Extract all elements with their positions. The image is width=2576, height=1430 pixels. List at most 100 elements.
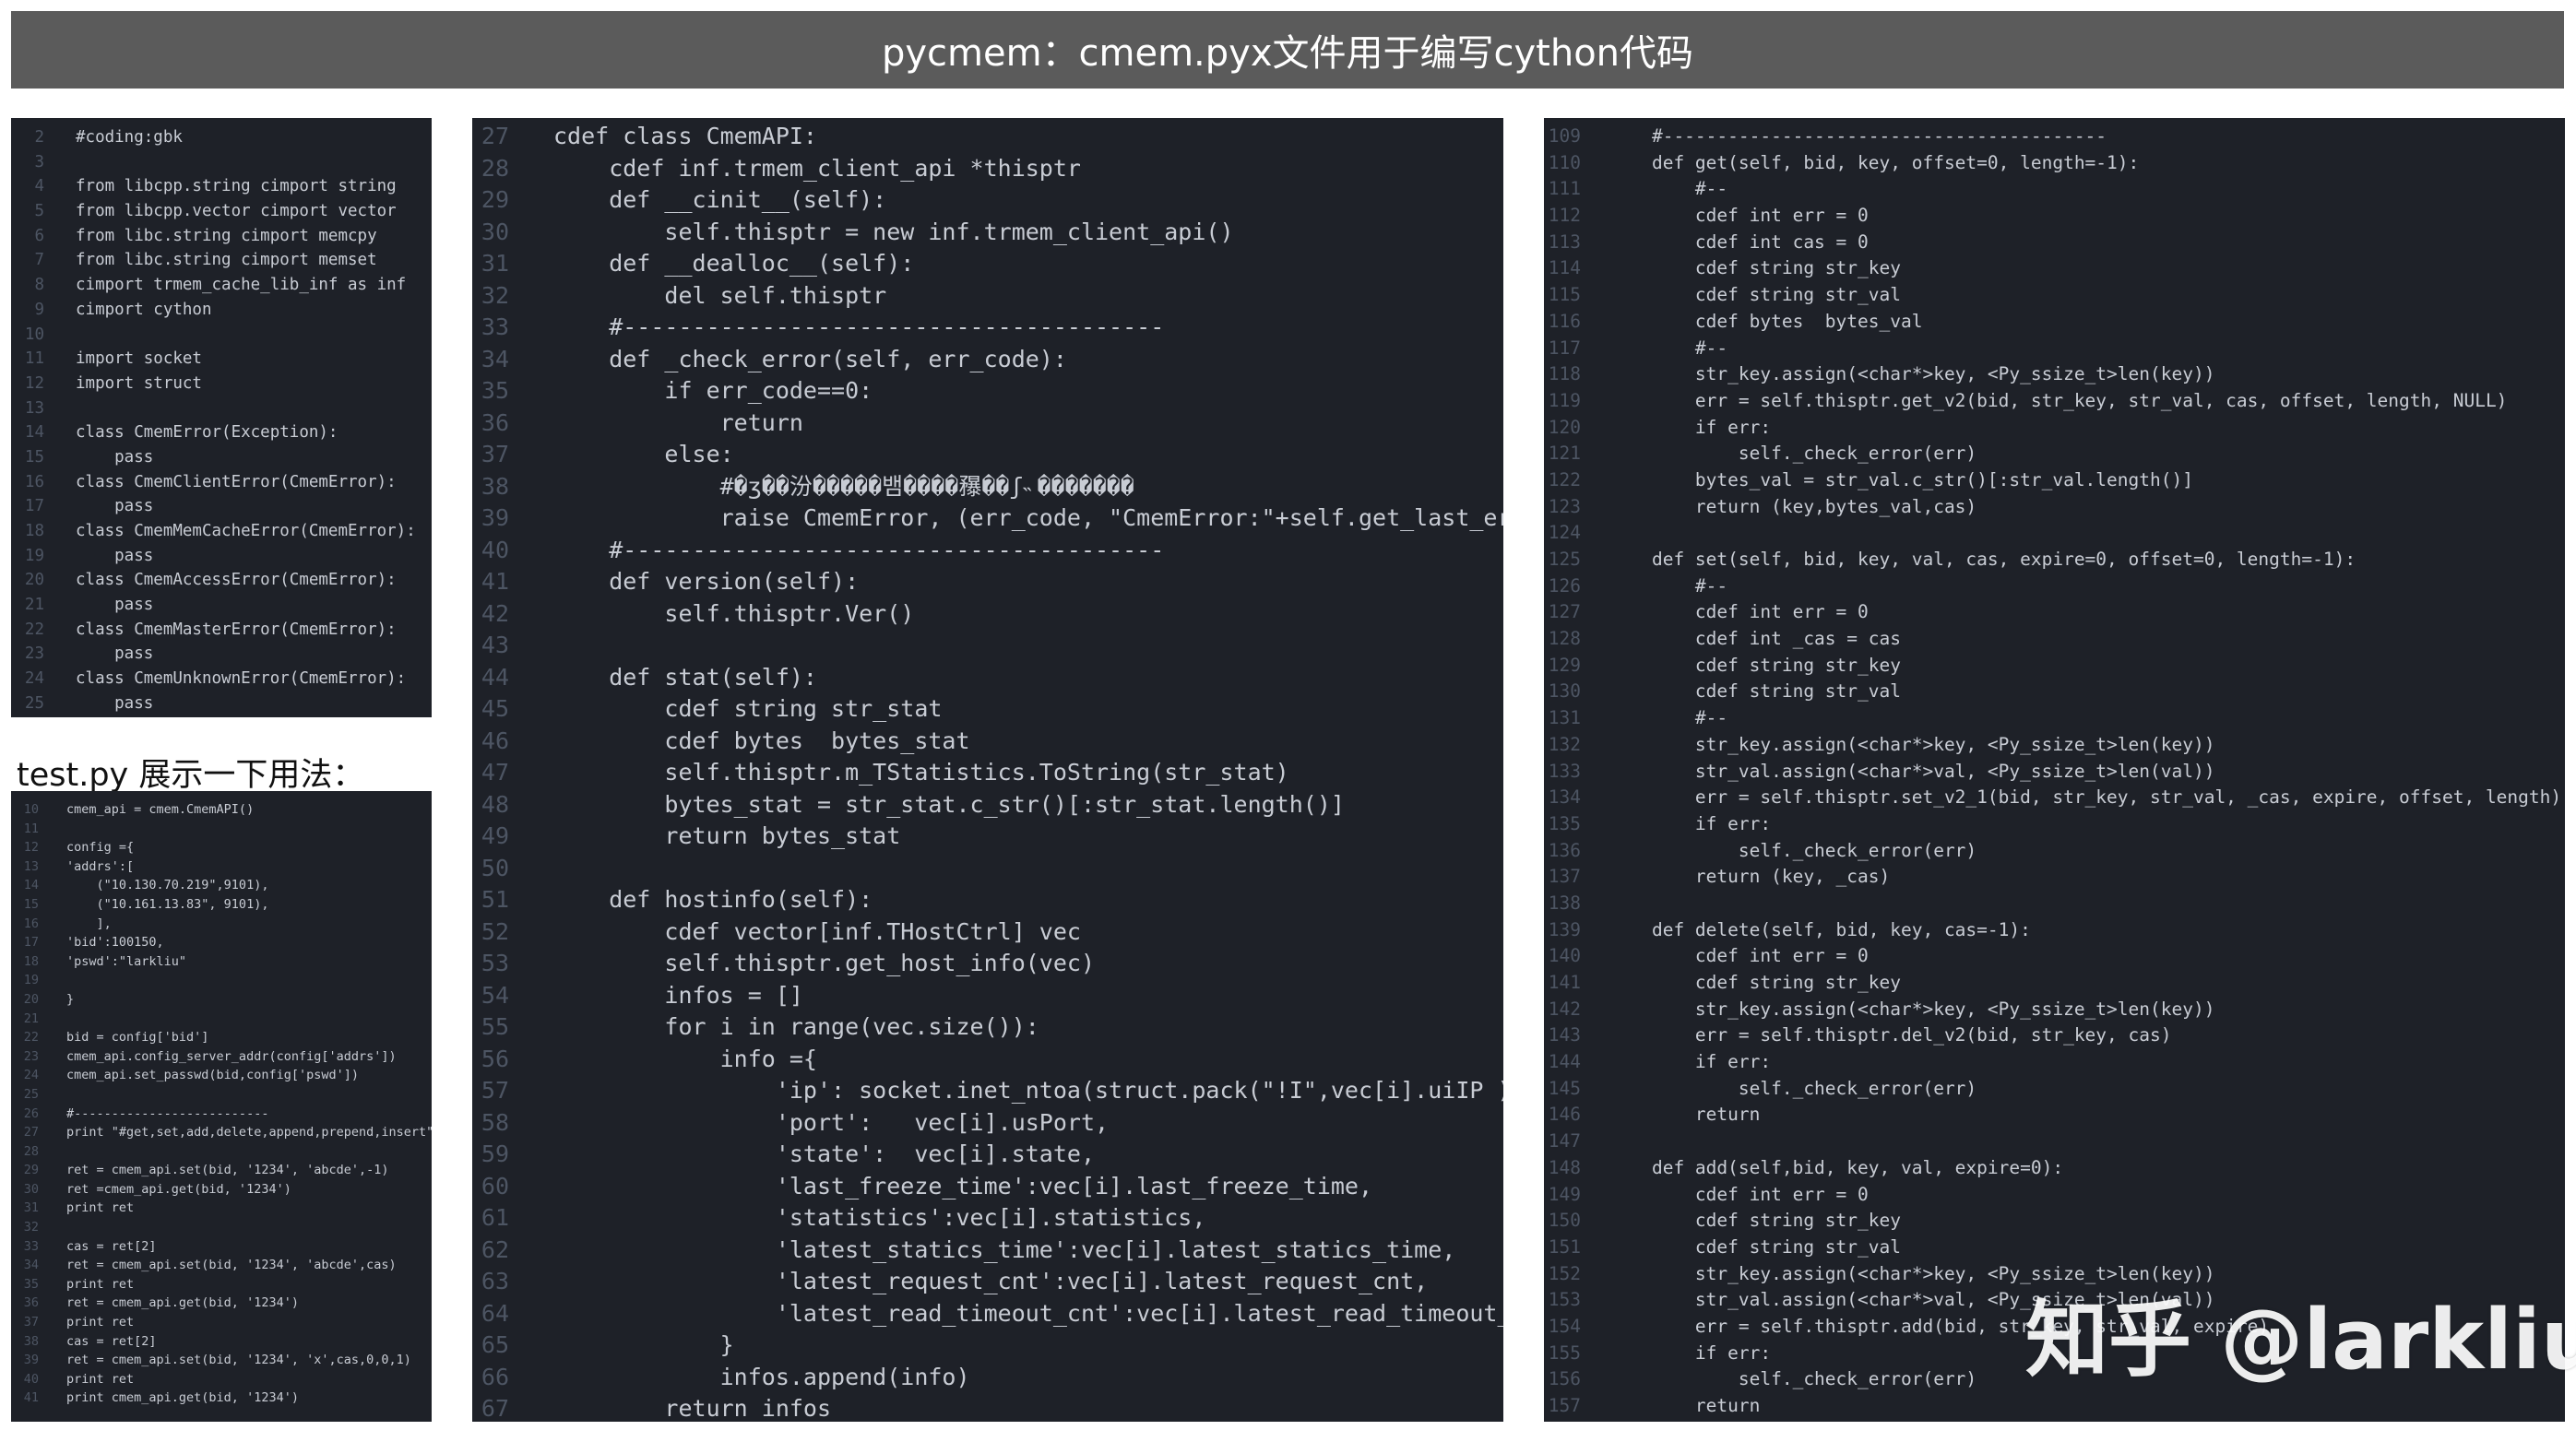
code-line: 23 pass: [11, 642, 432, 667]
code-line: 119 err = self.thisptr.get_v2(bid, str_k…: [1544, 388, 2565, 415]
code-line: 63 'latest_request_cnt':vec[i].latest_re…: [472, 1266, 1503, 1298]
code-line: 31 def __dealloc__(self):: [472, 248, 1503, 280]
code-text: str_val.assign(<char*>val, <Py_ssize_t>l…: [1609, 760, 2215, 782]
code-text: if err:: [1609, 812, 1772, 834]
code-line: 128 cdef int _cas = cas: [1544, 626, 2565, 653]
code-text: cdef bytes bytes_val: [1609, 310, 1923, 332]
code-line: 11 import socket: [11, 347, 432, 372]
line-number: 143: [1548, 1024, 1581, 1046]
code-line: 144 if err:: [1544, 1049, 2565, 1076]
code-text: #--: [1609, 707, 1728, 729]
code-text: def set(self, bid, key, val, cas, expire…: [1609, 549, 2356, 570]
code-line: 51 def hostinfo(self):: [472, 884, 1503, 916]
code-line: 123 return (key,bytes_val,cas): [1544, 494, 2565, 521]
code-text: bid = config['bid']: [66, 1030, 209, 1046]
code-line: 120 if err:: [1544, 415, 2565, 442]
line-number: 28: [481, 154, 509, 182]
line-number: 3: [34, 152, 44, 171]
code-line: 52 cdef vector[inf.THostCtrl] vec: [472, 916, 1503, 949]
line-number: 16: [24, 472, 44, 491]
line-number: 121: [1548, 443, 1581, 465]
code-line: 124: [1544, 520, 2565, 547]
line-number: 118: [1548, 363, 1581, 385]
code-panel-test-usage: 10 cmem_api = cmem.CmemAPI() 11 12 config ={…: [11, 791, 432, 1422]
line-number: 36: [23, 1295, 39, 1311]
code-text: class CmemMasterError(CmemError):: [76, 620, 397, 639]
code-text: def __dealloc__(self):: [553, 250, 915, 277]
code-text: cdef string str_val: [1609, 1235, 1901, 1258]
line-number: 29: [481, 186, 509, 213]
code-line: 50: [472, 853, 1503, 885]
code-text: from libc.string cimport memcpy: [76, 226, 377, 245]
code-line: 17 pass: [11, 494, 432, 519]
code-text: cdef class CmemAPI:: [553, 123, 817, 149]
code-line: 16 class CmemClientError(CmemError):: [11, 470, 432, 495]
code-text: cdef string str_key: [1609, 654, 1901, 676]
line-number: 41: [23, 1390, 39, 1406]
line-number: 14: [24, 423, 44, 443]
line-number: 23: [24, 644, 44, 664]
line-number: 20: [24, 571, 44, 590]
code-text: pass: [76, 497, 154, 516]
line-number: 23: [23, 1048, 39, 1064]
code-line: 57 'ip': socket.inet_ntoa(struct.pack("!…: [472, 1075, 1503, 1107]
code-text: cas = ret[2]: [66, 1333, 157, 1349]
line-number: 38: [23, 1333, 39, 1349]
code-text: cdef string str_key: [1609, 1210, 1901, 1232]
code-text: from libc.string cimport memset: [76, 251, 377, 270]
code-line: 48 bytes_stat = str_stat.c_str()[:str_st…: [472, 789, 1503, 821]
line-number: 22: [23, 1030, 39, 1046]
line-number: 127: [1548, 601, 1581, 623]
code-text: import socket: [76, 349, 202, 369]
code-line: 41 def version(self):: [472, 566, 1503, 598]
code-line: 53 self.thisptr.get_host_info(vec): [472, 948, 1503, 980]
code-text: infos.append(info): [553, 1363, 970, 1390]
code-text: 'statistics':vec[i].statistics,: [553, 1204, 1206, 1231]
code-text: cas = ret[2]: [66, 1238, 157, 1254]
code-text: 'ip': socket.inet_ntoa(struct.pack("!I",…: [553, 1077, 1503, 1104]
code-line: 67 return infos: [472, 1393, 1503, 1422]
code-line: 28: [11, 1142, 432, 1162]
code-line: 133 str_val.assign(<char*>val, <Py_ssize…: [1544, 759, 2565, 786]
code-text: class CmemClientError(CmemError):: [76, 472, 397, 491]
code-line: 10: [11, 323, 432, 348]
code-line: 54 infos = []: [472, 980, 1503, 1012]
code-line: 30 ret =cmem_api.get(bid, '1234'): [11, 1180, 432, 1200]
line-number: 63: [481, 1268, 509, 1294]
line-number: 135: [1548, 812, 1581, 834]
code-line: 47 self.thisptr.m_TStatistics.ToString(s…: [472, 757, 1503, 789]
line-number: 27: [23, 1125, 39, 1140]
line-number: 153: [1548, 1289, 1581, 1311]
code-text: cdef string str_stat: [553, 695, 943, 722]
line-number: 21: [24, 596, 44, 615]
line-number: 40: [23, 1371, 39, 1387]
code-text: cdef vector[inf.THostCtrl] vec: [553, 917, 1081, 945]
code-line: 32 del self.thisptr: [472, 280, 1503, 313]
line-number: 117: [1548, 337, 1581, 359]
code-text: config ={: [66, 840, 135, 856]
code-text: pass: [76, 644, 154, 664]
code-text: import struct: [76, 373, 202, 393]
line-number: 30: [23, 1181, 39, 1197]
line-number: 13: [24, 398, 44, 418]
code-line: 27 cdef class CmemAPI:: [472, 121, 1503, 153]
code-line: 29 def __cinit__(self):: [472, 184, 1503, 217]
code-line: 122 bytes_val = str_val.c_str()[:str_val…: [1544, 467, 2565, 494]
line-number: 129: [1548, 654, 1581, 676]
code-text: #---------------------------------------…: [1609, 125, 2107, 147]
code-text: 'bid':100150,: [66, 935, 164, 951]
code-text: raise CmemError, (err_code, "CmemError:"…: [553, 504, 1503, 531]
line-number: 35: [23, 1276, 39, 1292]
line-number: 52: [481, 917, 509, 945]
line-number: 115: [1548, 284, 1581, 306]
code-text: ("10.161.13.83", 9101),: [66, 896, 269, 912]
code-text: return (key, _cas): [1609, 866, 1891, 888]
code-text: else:: [553, 441, 734, 467]
code-line: 65 }: [472, 1330, 1503, 1362]
line-number: 15: [24, 447, 44, 467]
code-line: 15 ("10.161.13.83", 9101),: [11, 895, 432, 915]
